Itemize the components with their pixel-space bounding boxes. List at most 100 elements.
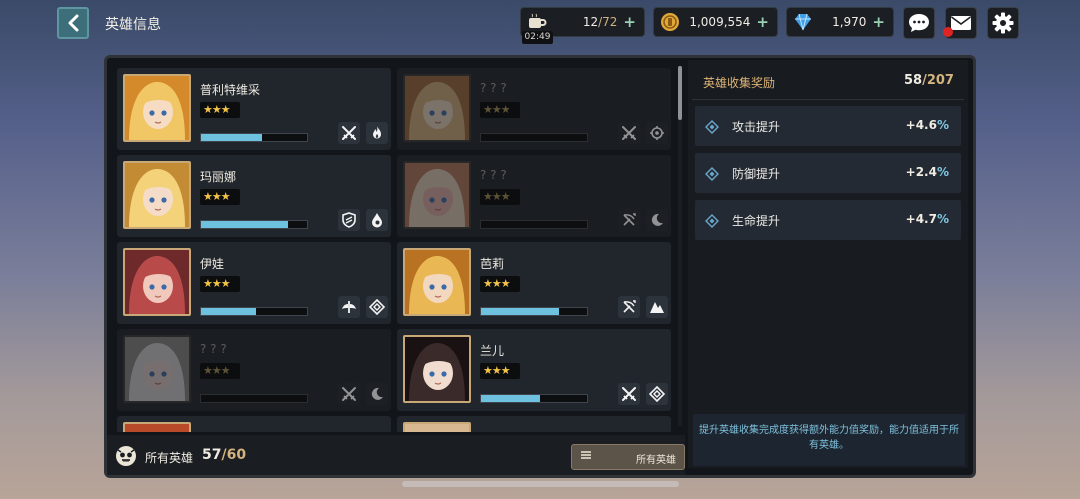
stat-value: +4.6% [906,118,949,132]
diamond-bullet-icon [705,166,719,181]
hero-stars: ★★★ [200,363,240,379]
scrollbar-thumb[interactable] [678,66,682,120]
stamina-value: 12 [582,15,599,29]
hero-progress-fill [201,308,257,315]
hero-portrait [123,74,191,142]
hero-card[interactable]: 伊娃 ★★★ [117,242,391,324]
hero-portrait [123,422,191,432]
gold-counter[interactable]: 1,009,554 + [653,7,778,37]
crossed-bow-icon [618,296,640,318]
total-count: 60 [226,447,247,463]
hero-card[interactable]: 兰儿 ★★★ [397,329,671,411]
stat-number: +4.6 [905,118,937,132]
stamina-max: 72 [602,15,618,29]
swords-icon [618,383,640,405]
hero-portrait [403,161,471,229]
stat-name: 攻击提升 [732,120,781,134]
hero-name: 兰儿 [480,344,505,358]
blue-gem-icon [791,10,815,34]
swords-icon [338,122,360,144]
shield-icon [338,209,360,231]
hero-card[interactable]: 普利特维采 ★★★ [117,68,391,150]
reward-total: 207 [926,73,954,88]
hero-card[interactable]: 玛丽娜 ★★★ [117,155,391,237]
gear-icon [646,122,668,144]
filter-button[interactable]: 所有英雄 [571,444,685,470]
hero-progress-bar [200,394,308,403]
hero-collection-count: 57/60 [202,447,246,463]
hero-list[interactable]: 普利特维采 ★★★ ? ? ? ★★★ 玛丽娜 ★★★ ? ? ? ★★★ 伊娃 ★★★ 芭莉 ★★★… [117,66,683,432]
diamond-bullet-icon [705,119,719,134]
owned-count: 57 [202,447,222,463]
hero-progress-bar [480,307,588,316]
hero-stars: ★★★ [200,102,240,118]
stat-unit: % [936,212,949,226]
hero-portrait [403,422,471,432]
stat-value: +2.4% [906,165,949,179]
hero-name: ? ? ? [480,168,507,182]
chevron-left-icon [68,14,79,32]
hero-name: 芭莉 [480,257,505,271]
reward-count: 58 [904,73,923,88]
top-bar: 英雄信息 12/72 + 02:49 1,009,554 + 1,970 + [0,0,1080,48]
hero-name: 玛丽娜 [200,170,237,184]
hero-progress-fill [481,308,560,315]
gold-coin-icon [658,10,682,34]
list-filter-icon [581,450,591,463]
hero-card-locked[interactable]: ? ? ? ★★★ [397,155,671,237]
hero-name: 普利特维采 [200,83,261,97]
chat-button[interactable] [903,7,935,39]
mail-notification-dot [943,27,953,37]
swords-icon [618,122,640,144]
hero-progress-bar [200,220,308,229]
stat-value: +4.7% [906,212,949,226]
stat-row-attack: 攻击提升 +4.6% [695,106,961,146]
stat-name: 生命提升 [732,214,781,228]
hero-portrait [403,74,471,142]
stat-name: 防御提升 [732,167,781,181]
add-stamina-icon[interactable]: + [623,13,636,31]
hero-card-partial[interactable] [117,416,391,432]
hero-progress-bar [200,307,308,316]
back-button[interactable] [57,7,89,39]
stat-row-defense: 防御提升 +2.4% [695,153,961,193]
hero-card-locked[interactable]: ? ? ? ★★★ [117,329,391,411]
stamina-timer: 02:49 [522,31,553,44]
reward-title: 英雄收集奖励 [703,76,776,90]
stat-unit: % [936,165,949,179]
hero-card-partial[interactable] [397,416,671,432]
hero-card-locked[interactable]: ? ? ? ★★★ [397,68,671,150]
fire-icon [366,122,388,144]
hero-progress-fill [201,134,263,141]
angel-icon [338,296,360,318]
moon-icon [646,209,668,231]
gem-value: 1,970 [832,15,867,29]
hero-portrait [123,161,191,229]
hero-stars: ★★★ [480,363,520,379]
diamond-icon [646,383,668,405]
hero-progress-bar [480,394,588,403]
scrollbar-track[interactable] [678,66,682,426]
hero-name: ? ? ? [200,342,227,356]
hero-portrait [403,248,471,316]
page-title: 英雄信息 [105,17,161,33]
hero-stars: ★★★ [200,276,240,292]
hero-progress-fill [481,395,541,402]
hero-card[interactable]: 芭莉 ★★★ [397,242,671,324]
add-gem-icon[interactable]: + [872,13,885,31]
gear-icon [992,12,1014,34]
hero-progress-bar [480,220,588,229]
water-icon [366,209,388,231]
gem-counter[interactable]: 1,970 + [786,7,894,37]
hero-stars: ★★★ [480,189,520,205]
hero-name: ? ? ? [480,81,507,95]
settings-button[interactable] [987,7,1019,39]
stat-number: +2.4 [905,165,937,179]
hero-stars: ★★★ [480,276,520,292]
stat-unit: % [936,118,949,132]
stat-number: +4.7 [905,212,937,226]
add-gold-icon[interactable]: + [756,13,769,31]
envelope-icon [951,16,971,30]
hero-progress-bar [480,133,588,142]
filter-label: 所有英雄 [636,455,676,466]
